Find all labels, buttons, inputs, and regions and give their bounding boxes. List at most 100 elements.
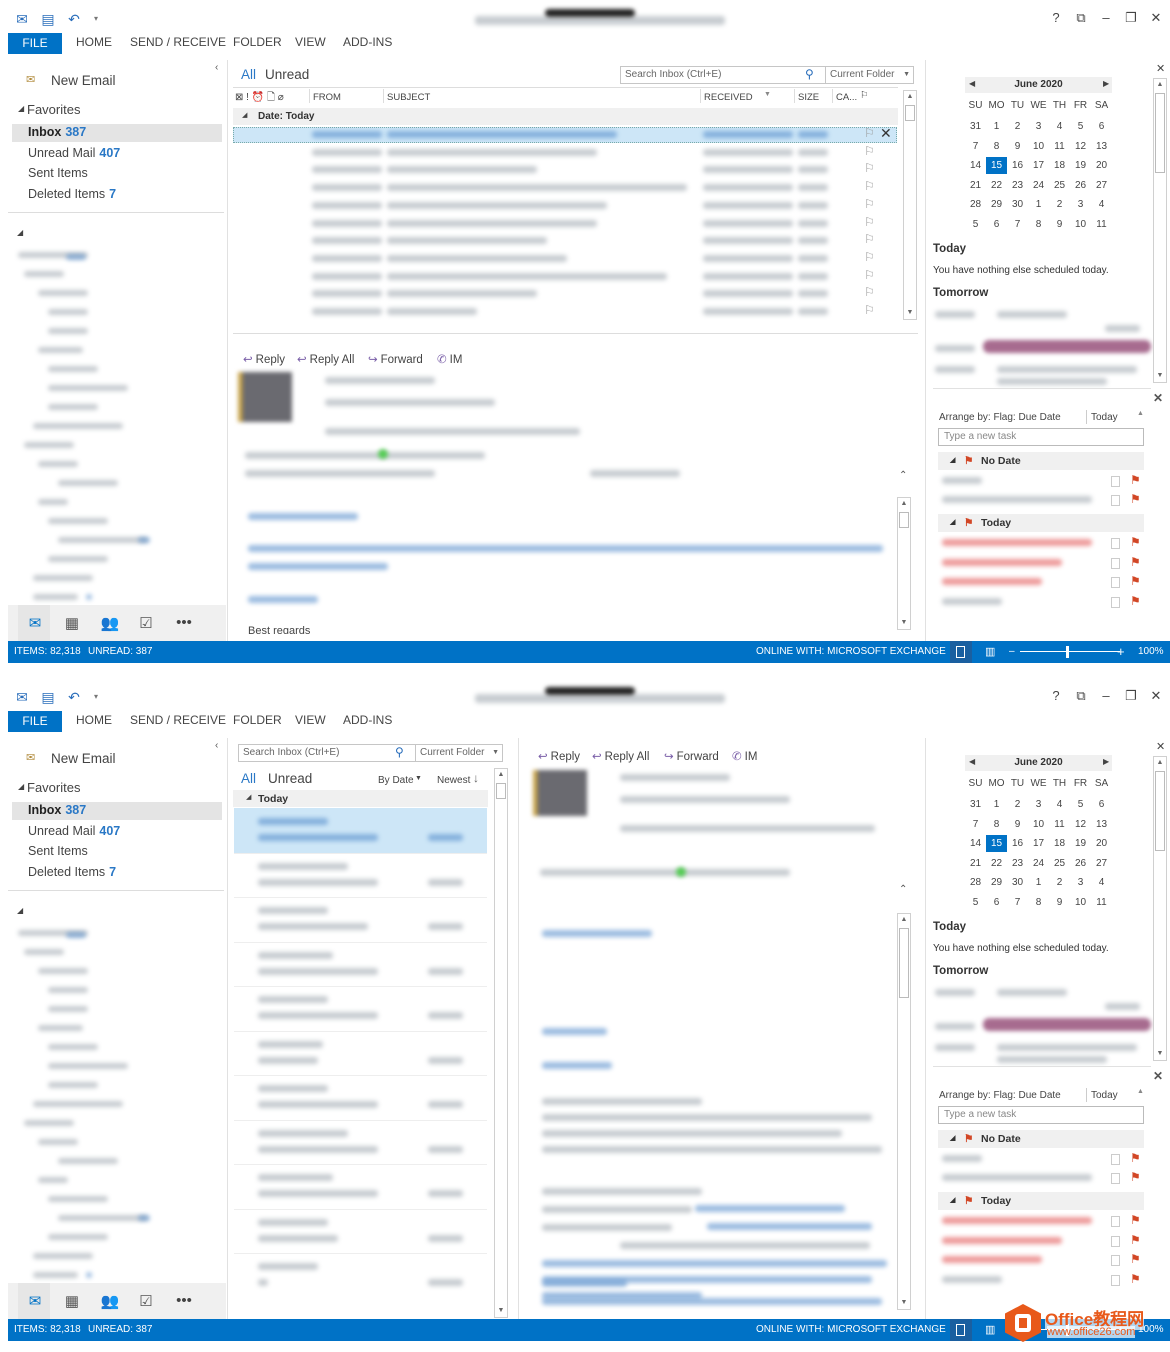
message-row[interactable] — [234, 1075, 487, 1119]
task-flag-icon[interactable]: ⚑ — [1130, 1213, 1141, 1227]
sort-by-dropdown[interactable]: By Date — [378, 775, 414, 786]
calendar-day[interactable]: 10 — [1028, 816, 1049, 833]
forward-button[interactable]: ↪ Forward — [664, 749, 719, 763]
close-button[interactable]: ✕ — [1148, 10, 1164, 26]
appointment-blurred[interactable] — [983, 1018, 1151, 1031]
collapse-group-icon[interactable]: ◢ — [950, 514, 955, 532]
calendar-day[interactable]: 28 — [965, 196, 986, 213]
task-flag-icon[interactable]: ⚑ — [1130, 594, 1141, 608]
calendar-day[interactable]: 9 — [1049, 894, 1070, 911]
task-complete-checkbox[interactable] — [1111, 495, 1120, 506]
calendar-day[interactable]: 13 — [1091, 816, 1112, 833]
calendar-day[interactable]: 8 — [1028, 216, 1049, 233]
collapse-header-button[interactable]: ⌃ — [899, 470, 907, 481]
favorites-header[interactable]: Favorites — [27, 102, 80, 117]
message-flag-icon[interactable]: ⚐ — [864, 179, 875, 193]
collapse-group-icon[interactable]: ◢ — [950, 1130, 955, 1148]
im-button[interactable]: ✆ IM — [732, 749, 757, 763]
zoom-in-button[interactable]: + — [1117, 641, 1125, 663]
new-task-input[interactable]: Type a new task — [938, 1106, 1144, 1124]
column-header-categories[interactable]: CA... — [836, 92, 857, 103]
calendar-day[interactable]: 4 — [1091, 196, 1112, 213]
zoom-slider[interactable] — [1020, 651, 1120, 652]
calendar-day[interactable]: 7 — [1007, 894, 1028, 911]
delete-message-icon[interactable]: ✕ — [880, 125, 892, 142]
tab-send-receive[interactable]: SEND / RECEIVE — [130, 713, 226, 727]
message-row[interactable] — [234, 1208, 487, 1253]
reply-button[interactable]: ↩ Reply — [538, 749, 580, 763]
column-header-received[interactable]: RECEIVED — [704, 92, 753, 103]
scroll-thumb[interactable] — [905, 105, 915, 121]
calendar-day[interactable]: 7 — [1007, 216, 1028, 233]
message-row[interactable] — [234, 897, 487, 941]
collapse-pane-button[interactable]: ‹ — [215, 62, 218, 73]
calendar-day[interactable]: 27 — [1091, 177, 1112, 194]
calendar-day[interactable]: 22 — [986, 855, 1007, 872]
close-tasks-peek[interactable]: ✕ — [1153, 1069, 1163, 1083]
scroll-thumb[interactable] — [1155, 93, 1165, 173]
tab-home[interactable]: HOME — [76, 35, 112, 49]
task-complete-checkbox[interactable] — [1111, 597, 1120, 608]
scroll-down-button[interactable]: ▼ — [898, 617, 910, 629]
close-button[interactable]: ✕ — [1148, 688, 1164, 704]
reply-all-button[interactable]: ↩ Reply All — [592, 749, 649, 763]
favorite-deleted-items[interactable]: Deleted Items 7 — [28, 865, 116, 879]
forward-button[interactable]: ↪ Forward — [368, 352, 423, 366]
reply-all-button[interactable]: ↩ Reply All — [297, 352, 354, 366]
calendar-day[interactable]: 4 — [1049, 796, 1070, 813]
minimize-button[interactable]: – — [1098, 10, 1114, 25]
sort-ascending-icon[interactable]: ▲ — [1137, 410, 1144, 417]
help-button[interactable]: ? — [1048, 688, 1064, 703]
group-header[interactable] — [233, 108, 898, 125]
tab-folder[interactable]: FOLDER — [233, 35, 282, 49]
zoom-out-button[interactable]: – — [1009, 641, 1015, 663]
message-list-scrollbar[interactable]: ▲ ▼ — [903, 90, 917, 320]
calendar-day[interactable]: 23 — [1007, 177, 1028, 194]
scroll-up-button[interactable]: ▲ — [898, 498, 910, 510]
mail-icon[interactable]: ✉ — [25, 614, 45, 632]
tab-send-receive[interactable]: SEND / RECEIVE — [130, 35, 226, 49]
message-row-selected[interactable] — [234, 808, 487, 853]
scroll-down-button[interactable]: ▼ — [1154, 370, 1166, 382]
calendar-day[interactable]: 18 — [1049, 835, 1070, 852]
message-flag-icon[interactable]: ⚐ — [864, 161, 875, 175]
calendar-day[interactable]: 30 — [1007, 196, 1028, 213]
calendar-day[interactable]: 29 — [986, 196, 1007, 213]
calendar-scrollbar[interactable]: ▲ ▼ — [1153, 756, 1167, 1061]
sort-ascending-icon[interactable]: ▲ — [1137, 1088, 1144, 1095]
task-flag-icon[interactable]: ⚑ — [1130, 1272, 1141, 1286]
task-flag-icon[interactable]: ⚑ — [1130, 1151, 1141, 1165]
task-flag-icon[interactable]: ⚑ — [1130, 535, 1141, 549]
task-flag-icon[interactable]: ⚑ — [1130, 574, 1141, 588]
calendar-icon[interactable]: ▦ — [62, 614, 82, 632]
scroll-up-button[interactable]: ▲ — [904, 91, 916, 103]
search-icon[interactable]: ⚲ — [395, 744, 404, 760]
new-email-button[interactable]: New Email — [51, 751, 116, 766]
favorite-inbox[interactable]: Inbox 387 — [28, 803, 86, 817]
task-complete-checkbox[interactable] — [1111, 538, 1120, 549]
tab-file[interactable]: FILE — [8, 711, 62, 732]
calendar-day[interactable]: 11 — [1049, 816, 1070, 833]
calendar-day[interactable]: 5 — [965, 216, 986, 233]
favorite-sent-items[interactable]: Sent Items — [28, 844, 88, 858]
scroll-thumb[interactable] — [1155, 771, 1165, 851]
tab-add-ins[interactable]: ADD-INS — [343, 35, 392, 49]
message-row[interactable] — [234, 1030, 487, 1075]
calendar-day[interactable]: 29 — [986, 874, 1007, 891]
calendar-day[interactable]: 6 — [986, 894, 1007, 911]
task-group-no-date[interactable]: ◢ ⚑ No Date — [938, 452, 1144, 470]
message-flag-icon[interactable]: ⚐ — [864, 250, 875, 264]
prev-month-button[interactable]: ◀ — [969, 79, 975, 88]
search-input[interactable]: Search Inbox (Ctrl+E) ⚲ — [238, 744, 416, 762]
tab-home[interactable]: HOME — [76, 713, 112, 727]
customize-icon[interactable]: ▾ — [88, 11, 104, 27]
outlook-icon[interactable]: ✉ — [14, 11, 30, 27]
favorite-unread-mail[interactable]: Unread Mail 407 — [28, 146, 120, 160]
calendar-day[interactable]: 1 — [1028, 874, 1049, 891]
message-flag-icon[interactable]: ⚐ — [864, 268, 875, 282]
filter-flag-icon[interactable]: ⚐ — [860, 90, 869, 101]
undo-icon[interactable]: ↶ — [66, 689, 82, 705]
ribbon-display-button[interactable]: ⧉ — [1073, 10, 1089, 26]
tab-folder[interactable]: FOLDER — [233, 713, 282, 727]
column-header-size[interactable]: SIZE — [798, 92, 819, 103]
